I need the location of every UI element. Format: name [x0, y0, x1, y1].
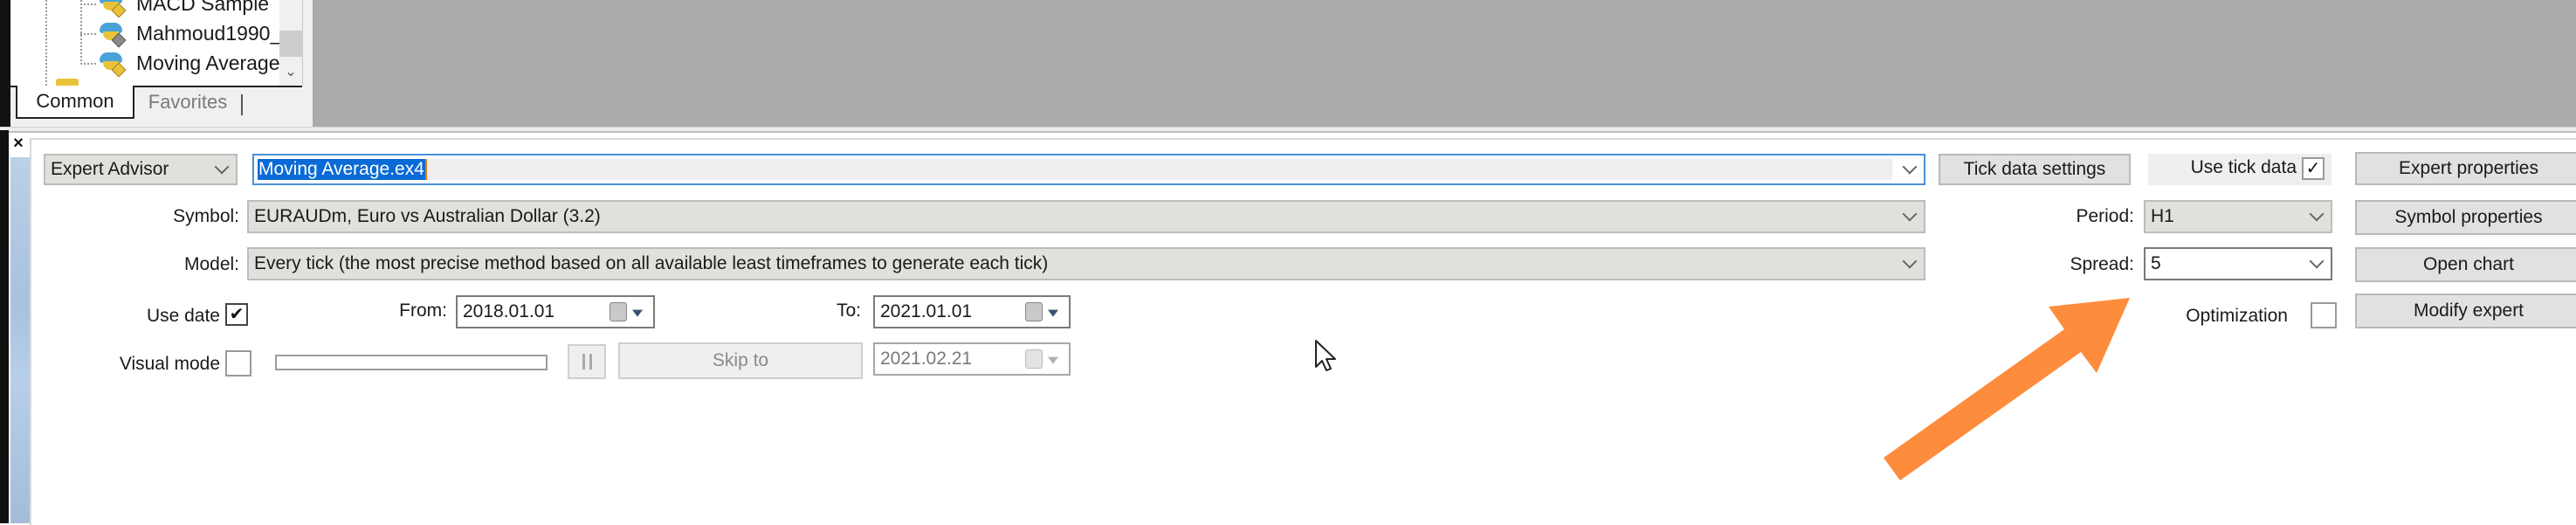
date-value: 2018.01.01: [463, 301, 555, 321]
button-label: Modify expert: [2413, 300, 2524, 321]
skip-to-button[interactable]: Skip to: [618, 342, 863, 379]
tab-favorites[interactable]: Favorites: [140, 87, 236, 117]
scroll-down-chevron-icon[interactable]: ⌄: [279, 63, 302, 82]
period-select[interactable]: H1: [2144, 200, 2332, 233]
chevron-down-icon: [1902, 253, 1918, 269]
tester-left-edge: [0, 130, 9, 523]
symbol-label: Symbol:: [173, 206, 239, 226]
tree-item-label: Moving Average: [136, 51, 280, 74]
chevron-down-icon: [2309, 206, 2325, 222]
calendar-icon: [610, 302, 627, 321]
navigator-left-edge: [0, 0, 10, 127]
date-value: 2021.01.01: [880, 301, 973, 321]
model-label: Model:: [183, 254, 239, 274]
button-label: Expert properties: [2399, 158, 2538, 178]
to-date-picker[interactable]: 2021.01.01: [873, 295, 1071, 328]
tree-item-label: MACD Sample: [136, 0, 270, 15]
modify-expert-button[interactable]: Modify expert: [2355, 294, 2576, 328]
tree-line: [80, 63, 96, 65]
dropdown-arrow-icon: [1048, 356, 1058, 364]
expert-advisor-icon: [98, 0, 127, 18]
optimization-checkbox[interactable]: [2311, 302, 2337, 328]
use-tick-data-checkbox[interactable]: ✓: [2302, 157, 2325, 180]
tree-line: [80, 3, 96, 5]
workspace-background: [313, 0, 2576, 127]
tester-panel: [30, 138, 2576, 525]
tree-line: [45, 0, 47, 86]
tab-label: Common: [36, 90, 114, 112]
button-label: Skip to: [712, 350, 769, 370]
tree-line: [80, 33, 96, 35]
use-date-label: Use date: [146, 306, 220, 326]
chevron-down-icon: [1902, 206, 1918, 222]
visual-mode-checkbox[interactable]: [225, 350, 251, 376]
period-label: Period:: [2076, 206, 2134, 226]
spread-label: Spread:: [2070, 254, 2134, 274]
tree-item-label: Mahmoud1990_B: [136, 21, 295, 45]
calendar-icon: [1025, 302, 1043, 321]
button-label: Symbol properties: [2394, 207, 2543, 227]
tab-common[interactable]: Common: [16, 86, 134, 119]
model-select[interactable]: Every tick (the most precise method base…: [247, 247, 1925, 280]
date-value: 2021.02.21: [880, 349, 973, 369]
calendar-icon: [1025, 349, 1043, 369]
from-date-picker[interactable]: 2018.01.01: [456, 295, 655, 328]
button-label: Open chart: [2423, 254, 2514, 274]
check-icon: ✓: [2305, 159, 2321, 178]
close-icon[interactable]: ×: [9, 135, 28, 154]
dropdown-arrow-icon: [1048, 309, 1058, 317]
chevron-down-icon: [214, 159, 230, 175]
program-type-select[interactable]: Expert Advisor: [44, 154, 238, 185]
symbol-select[interactable]: EURAUDm, Euro vs Australian Dollar (3.2): [247, 200, 1925, 233]
tree-item-moving-average[interactable]: Moving Average: [98, 48, 280, 78]
use-tick-data-label: Use tick data: [2190, 157, 2297, 177]
navigator-scrollbar-thumb[interactable]: [279, 31, 302, 57]
open-chart-button[interactable]: Open chart: [2355, 247, 2576, 282]
scripts-folder-icon: [56, 79, 79, 86]
select-value: H1: [2151, 206, 2174, 226]
tree-item-macd-sample[interactable]: MACD Sample: [98, 0, 269, 18]
dropdown-arrow-icon: [632, 309, 643, 317]
check-icon: ✔: [229, 305, 245, 324]
use-date-checkbox[interactable]: ✔: [225, 303, 248, 326]
pause-icon: [582, 354, 592, 370]
tree-item-mahmoud1990[interactable]: Mahmoud1990_B: [98, 18, 295, 48]
expert-properties-button[interactable]: Expert properties: [2355, 152, 2576, 185]
to-label: To:: [836, 300, 861, 321]
select-value: Expert Advisor: [51, 159, 169, 179]
panel-splitter[interactable]: [0, 127, 2576, 133]
chevron-down-icon: [1902, 159, 1918, 175]
tree-line: [80, 0, 82, 65]
selected-text: Moving Average.ex4: [258, 159, 427, 180]
select-value: Every tick (the most precise method base…: [254, 253, 1049, 273]
tab-separator: [241, 94, 243, 115]
combo-inner: [258, 159, 1892, 180]
navigator-tree: MACD Sample Mahmoud1990_B Moving Average: [10, 0, 303, 86]
tick-data-settings-button[interactable]: Tick data settings: [1939, 154, 2131, 185]
select-value: 5: [2151, 253, 2161, 273]
pause-button[interactable]: [568, 344, 606, 379]
expert-file-combo[interactable]: Moving Average.ex4: [252, 154, 1925, 185]
tester-side-tab[interactable]: [10, 157, 30, 523]
visual-speed-slider[interactable]: [275, 355, 548, 370]
spread-select[interactable]: 5: [2144, 247, 2332, 280]
select-value: EURAUDm, Euro vs Australian Dollar (3.2): [254, 206, 601, 226]
expert-advisor-icon: [98, 51, 127, 78]
mouse-cursor-icon: [1315, 340, 1336, 371]
chevron-down-icon: [2309, 253, 2325, 269]
visual-mode-label: Visual mode: [119, 354, 220, 374]
from-label: From:: [399, 300, 447, 321]
tab-label: Favorites: [148, 91, 228, 113]
skip-to-date-picker[interactable]: 2021.02.21: [873, 342, 1071, 376]
expert-advisor-icon: [98, 21, 127, 48]
button-label: Tick data settings: [1963, 159, 2106, 179]
annotation-arrow-icon: [1884, 298, 2130, 480]
symbol-properties-button[interactable]: Symbol properties: [2355, 200, 2576, 235]
